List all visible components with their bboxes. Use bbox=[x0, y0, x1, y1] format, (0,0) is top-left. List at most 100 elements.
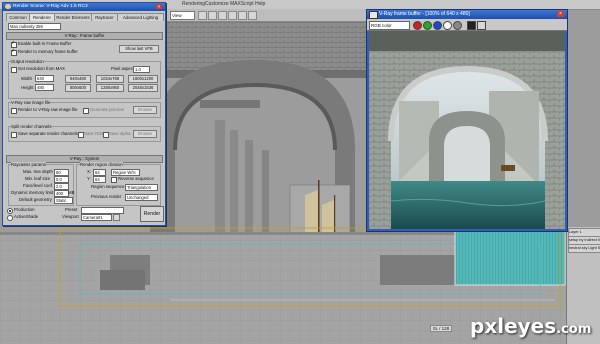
region-wh-select[interactable]: Region W/H bbox=[111, 169, 140, 176]
rendered-image bbox=[369, 31, 565, 229]
max-tree-depth-label: Max. tree depth bbox=[23, 169, 53, 174]
window-icon bbox=[369, 11, 378, 19]
preset-select[interactable] bbox=[81, 207, 124, 214]
toolbar-button-3[interactable] bbox=[218, 11, 227, 20]
viewport-select[interactable]: Camera01 bbox=[81, 214, 112, 221]
menu-item-maxscript[interactable]: MAXScript bbox=[230, 1, 254, 7]
height-label: Height bbox=[21, 85, 34, 90]
default-geom-select[interactable]: Static bbox=[54, 197, 73, 204]
max-tree-depth-field[interactable]: 60 bbox=[54, 169, 69, 176]
dyn-mem-label: Dynamic memory limit bbox=[11, 190, 54, 195]
face-level-field[interactable]: 2.0 bbox=[54, 183, 69, 190]
raw-browse-button[interactable]: Browse bbox=[133, 106, 157, 114]
channel-select[interactable]: RGB color bbox=[369, 21, 410, 30]
region-seq-label: Region sequence bbox=[91, 184, 125, 189]
region-x-label: X: bbox=[87, 169, 92, 174]
tab-common[interactable]: Common bbox=[6, 13, 30, 21]
min-leaf-field[interactable]: 0.0 bbox=[54, 176, 69, 183]
tab-advanced-lighting[interactable]: Advanced Lighting bbox=[117, 13, 164, 21]
generate-preview-checkbox[interactable] bbox=[83, 108, 89, 114]
vray-frame-buffer-window[interactable]: V-Ray frame buffer - [100% of 640 x 480]… bbox=[366, 9, 568, 232]
max-radiosity-select[interactable]: Max radiosity 256 bbox=[8, 23, 61, 30]
dyn-mem-field[interactable]: 400 bbox=[54, 190, 69, 197]
show-last-vfb-button[interactable]: Show last VFB bbox=[119, 45, 159, 53]
viewport-label: Viewport bbox=[62, 214, 79, 219]
save-image-icon[interactable] bbox=[467, 21, 476, 30]
render-to-raw-checkbox[interactable] bbox=[11, 108, 17, 114]
render-to-memory-checkbox[interactable] bbox=[11, 48, 17, 56]
vfb-title: V-Ray frame buffer - [100% of 640 x 480] bbox=[367, 10, 567, 19]
toolbar-button-1[interactable] bbox=[198, 11, 207, 20]
main-toolbar: View bbox=[166, 9, 366, 22]
region-label: Render region division bbox=[80, 162, 123, 167]
get-resolution-checkbox[interactable] bbox=[11, 67, 17, 73]
framebuffer-rollout[interactable]: V-Ray:: Frame buffer bbox=[6, 32, 163, 40]
menu-item-help[interactable]: Help bbox=[255, 1, 265, 7]
watermark-text: pxleyes bbox=[470, 314, 557, 338]
preset-1024x768[interactable]: 1024x768 bbox=[96, 75, 124, 83]
region-y-label: Y: bbox=[87, 176, 91, 181]
dialog-title: Render Scene: V-Ray Adv 1.5 RC3 bbox=[3, 3, 165, 11]
activeshade-label: ActiveShade bbox=[14, 214, 39, 219]
prev-render-select[interactable]: Unchanged bbox=[125, 194, 158, 201]
mono-icon[interactable] bbox=[453, 21, 462, 30]
menu-item-rendering[interactable]: Rendering bbox=[182, 1, 205, 7]
vfb-toolbar: RGB color bbox=[367, 19, 567, 31]
render-to-raw-label: Render to V-Ray raw image file bbox=[18, 107, 78, 112]
toolbar-button-5[interactable] bbox=[238, 11, 247, 20]
tab-render-elements[interactable]: Render Elements bbox=[54, 13, 92, 21]
preset-800x600[interactable]: 800x600 bbox=[65, 84, 91, 92]
preset-label: Preset bbox=[65, 207, 78, 212]
production-radio[interactable] bbox=[7, 208, 13, 214]
region-x-field[interactable]: 64 bbox=[93, 169, 106, 176]
preset-2048x1536[interactable]: 2048x1536 bbox=[128, 84, 158, 92]
raw-image-label: V-Ray raw image file bbox=[11, 100, 51, 105]
split-browse-button[interactable]: Browse bbox=[133, 130, 157, 138]
preset-640x480[interactable]: 640x480 bbox=[65, 75, 91, 83]
save-separate-label: Save separate render channels bbox=[18, 131, 78, 136]
view-select[interactable]: View bbox=[170, 11, 195, 20]
alpha-channel-icon[interactable] bbox=[443, 21, 452, 30]
get-resolution-label: Get resolution from MAX bbox=[18, 66, 66, 71]
preset-1600x1200[interactable]: 1600x1200 bbox=[128, 75, 158, 83]
reverse-sequence-checkbox[interactable] bbox=[111, 177, 117, 183]
enable-builtin-fb-label: Enable built-in Frame Buffer bbox=[18, 41, 72, 46]
clear-image-icon[interactable] bbox=[477, 21, 486, 30]
width-field[interactable]: 640 bbox=[35, 75, 54, 82]
preset-1280x960[interactable]: 1280x960 bbox=[96, 84, 124, 92]
render-to-memory-label: Render to memory frame buffer bbox=[18, 49, 78, 54]
mb-label: MB bbox=[68, 190, 75, 195]
split-channels-label: Split render channels bbox=[11, 124, 52, 129]
render-scene-dialog[interactable]: Render Scene: V-Ray Adv 1.5 RC3 × Common… bbox=[2, 2, 166, 226]
close-icon[interactable]: × bbox=[557, 11, 564, 17]
render-preview bbox=[369, 31, 565, 229]
blue-channel-icon[interactable] bbox=[433, 21, 442, 30]
tab-renderer[interactable]: Renderer bbox=[29, 13, 55, 21]
toolbar-button-4[interactable] bbox=[228, 11, 237, 20]
pixel-aspect-label: Pixel aspect bbox=[111, 66, 135, 71]
prev-render-label: Previous render bbox=[91, 194, 122, 199]
toolbar-button-6[interactable] bbox=[248, 11, 257, 20]
layer-item[interactable]: neutral sky Light Shader bbox=[568, 244, 600, 253]
output-resolution-label: Output resolution bbox=[11, 59, 44, 64]
toolbar-button-2[interactable] bbox=[208, 11, 217, 20]
green-channel-icon[interactable] bbox=[423, 21, 432, 30]
lock-icon[interactable] bbox=[113, 214, 120, 221]
pixel-aspect-field[interactable]: 1.0 bbox=[133, 66, 150, 73]
production-label: Production bbox=[14, 207, 35, 212]
menu-item-customize[interactable]: Customize bbox=[205, 1, 229, 7]
activeshade-radio[interactable] bbox=[7, 215, 13, 221]
save-alpha-label: Save alpha bbox=[109, 131, 131, 136]
close-icon[interactable]: × bbox=[156, 4, 162, 9]
save-separate-checkbox[interactable] bbox=[11, 132, 17, 138]
default-geom-label: Default geometry bbox=[19, 197, 52, 202]
region-seq-select[interactable]: Triangulation bbox=[125, 184, 158, 191]
min-leaf-label: Min. leaf size bbox=[25, 176, 51, 181]
status-coords: 0L / 128 bbox=[430, 325, 453, 332]
red-channel-icon[interactable] bbox=[413, 21, 422, 30]
region-y-field[interactable]: 64 bbox=[93, 176, 106, 183]
render-button[interactable]: Render bbox=[140, 206, 164, 222]
height-field[interactable]: 480 bbox=[35, 84, 54, 91]
tab-raytracer[interactable]: Raytracer bbox=[91, 13, 118, 21]
generate-preview-label: Generate preview bbox=[90, 107, 124, 112]
